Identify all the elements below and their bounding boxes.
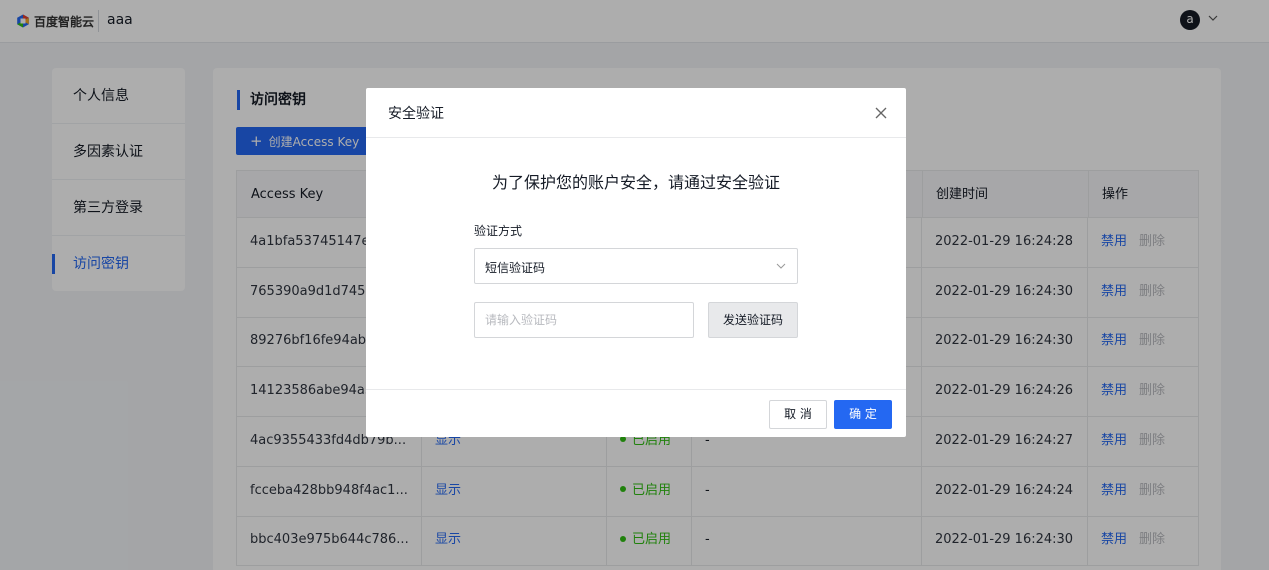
chevron-down-icon: [776, 263, 786, 269]
dialog-header: 安全验证: [366, 88, 906, 138]
verification-code-input[interactable]: [474, 302, 694, 338]
dialog-footer: 取 消 确 定: [366, 389, 906, 437]
cancel-button[interactable]: 取 消: [769, 400, 827, 429]
dialog-title: 安全验证: [388, 106, 444, 122]
verification-method-value: 短信验证码: [485, 261, 546, 275]
security-verification-dialog: 安全验证 为了保护您的账户安全，请通过安全验证 验证方式 短信验证码 发送验证码…: [366, 88, 906, 437]
send-code-button[interactable]: 发送验证码: [708, 302, 798, 338]
verification-method-select[interactable]: 短信验证码: [474, 248, 798, 284]
confirm-button[interactable]: 确 定: [834, 400, 892, 429]
dialog-heading: 为了保护您的账户安全，请通过安全验证: [491, 173, 780, 192]
verification-method-label: 验证方式: [474, 224, 523, 238]
close-icon[interactable]: [873, 105, 889, 121]
